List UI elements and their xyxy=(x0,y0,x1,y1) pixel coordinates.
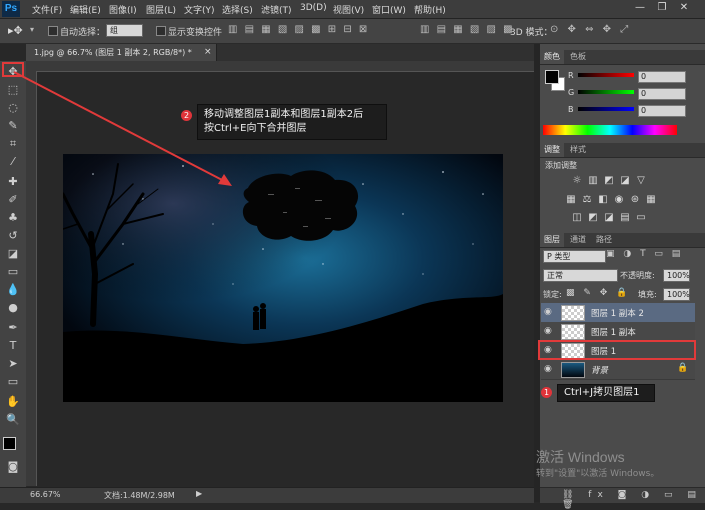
adjustments-panel-tabs: 调整 样式 xyxy=(540,143,705,158)
visibility-eye-icon[interactable]: ◉ xyxy=(544,364,552,374)
foreground-swatch[interactable] xyxy=(545,70,559,84)
tab-paths[interactable]: 路径 xyxy=(592,233,616,247)
levels-adjust-icon[interactable]: ▥ xyxy=(588,176,598,186)
visibility-eye-icon[interactable]: ◉ xyxy=(544,307,552,317)
tab-styles[interactable]: 样式 xyxy=(566,143,590,157)
channel-b-label: B xyxy=(568,105,574,114)
activate-windows-watermark: 激活 Windows xyxy=(536,449,625,465)
lock-icons[interactable]: ▩ ✎ ✥ 🔒 xyxy=(566,288,630,298)
tab-adjustments[interactable]: 调整 xyxy=(540,143,564,157)
channel-g-label: G xyxy=(568,88,575,97)
tab-layers[interactable]: 图层 xyxy=(540,233,564,247)
color-spectrum-bar[interactable] xyxy=(543,125,677,135)
channel-b-value[interactable]: 0 xyxy=(638,105,686,117)
layer-filter-dropdown[interactable]: P 类型 xyxy=(543,250,606,263)
bw-adjust-icon[interactable]: ◧ xyxy=(598,195,608,205)
add-adjustment-title: 添加调整 xyxy=(545,161,577,170)
color-balance-adjust-icon[interactable]: ⚖ xyxy=(582,195,592,205)
layer-row-copy-2[interactable]: ◉ 图层 1 副本 2 xyxy=(541,303,695,323)
background-thumbnail xyxy=(561,362,585,378)
posterize-adjust-icon[interactable]: ◩ xyxy=(588,213,598,223)
blend-mode-dropdown[interactable]: 正常 xyxy=(543,269,618,282)
tab-swatches[interactable]: 色板 xyxy=(566,50,590,64)
invert-adjust-icon[interactable]: ◫ xyxy=(572,213,582,223)
threshold-adjust-icon[interactable]: ◪ xyxy=(604,213,614,223)
layer-filter-icons[interactable]: ▣ ◑ T ▭ ▤ xyxy=(606,249,683,259)
channel-r-value[interactable]: 0 xyxy=(638,71,686,83)
photo-filter-adjust-icon[interactable]: ◉ xyxy=(614,195,624,205)
layer-1-highlight xyxy=(538,340,696,360)
channel-mixer-adjust-icon[interactable]: ⊛ xyxy=(630,195,640,205)
layer-thumbnail xyxy=(561,324,585,340)
tab-channels[interactable]: 通道 xyxy=(566,233,590,247)
zoom-level[interactable]: 66.67% xyxy=(30,490,61,499)
lock-label: 锁定: xyxy=(543,290,562,299)
gradient-map-adjust-icon[interactable]: ▭ xyxy=(636,213,646,223)
color-lookup-adjust-icon[interactable]: ▦ xyxy=(646,195,656,205)
color-panel-tabs: 颜色 色板 xyxy=(540,50,705,65)
layer-name: 图层 1 副本 xyxy=(591,328,636,338)
layer-row-background[interactable]: ◉ 背景 🔒 xyxy=(541,360,695,380)
layer-name: 背景 xyxy=(591,366,609,376)
step-1-callout: Ctrl+J拷贝图层1 xyxy=(557,384,655,402)
channel-g-value[interactable]: 0 xyxy=(638,88,686,100)
fill-label: 填充: xyxy=(638,290,657,299)
vibrance-adjust-icon[interactable]: ▽ xyxy=(636,176,646,186)
curves-adjust-icon[interactable]: ◩ xyxy=(604,176,614,186)
layers-panel-tabs: 图层 通道 路径 xyxy=(540,233,705,248)
step-1-badge: 1 xyxy=(541,387,552,398)
exposure-adjust-icon[interactable]: ◪ xyxy=(620,176,630,186)
status-arrow-icon[interactable]: ▶ xyxy=(196,489,202,498)
opacity-label: 不透明度: xyxy=(620,271,655,280)
channel-b-slider[interactable] xyxy=(578,107,634,111)
lock-icon: 🔒 xyxy=(677,363,689,373)
brightness-adjust-icon[interactable]: ☼ xyxy=(572,176,582,186)
selective-color-adjust-icon[interactable]: ▤ xyxy=(620,213,630,223)
visibility-eye-icon[interactable]: ◉ xyxy=(544,326,552,336)
layer-thumbnail xyxy=(561,305,585,321)
layer-footer-icons[interactable]: ⛓ fx ◙ ◑ ▭ ▤ 🗑 xyxy=(562,490,705,510)
channel-r-label: R xyxy=(568,71,574,80)
hue-adjust-icon[interactable]: ▦ xyxy=(566,195,576,205)
channel-r-slider[interactable] xyxy=(578,73,634,77)
opacity-value[interactable]: 100% xyxy=(663,269,690,282)
tab-color[interactable]: 颜色 xyxy=(540,50,564,64)
status-bar: 66.67% 文档:1.48M/2.98M ▶ xyxy=(0,487,534,503)
channel-g-slider[interactable] xyxy=(578,90,634,94)
activate-windows-hint: 转到"设置"以激活 Windows。 xyxy=(536,469,660,479)
fill-value[interactable]: 100% xyxy=(663,288,690,301)
layer-row-copy[interactable]: ◉ 图层 1 副本 xyxy=(541,322,695,342)
layer-name: 图层 1 副本 2 xyxy=(591,309,644,319)
layers-footer: ⛓ fx ◙ ◑ ▭ ▤ 🗑 xyxy=(540,487,705,510)
document-size: 文档:1.48M/2.98M xyxy=(104,491,175,500)
